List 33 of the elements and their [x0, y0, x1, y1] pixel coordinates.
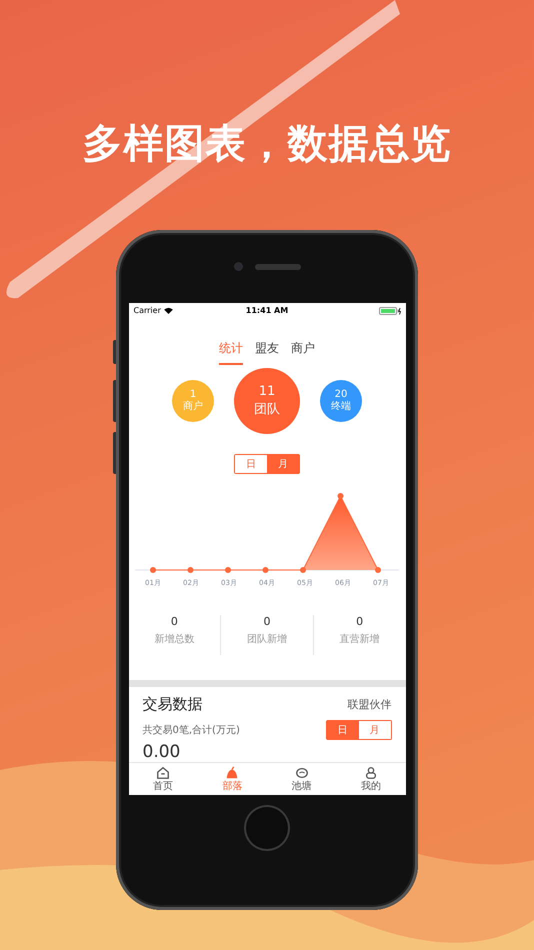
summary-label: 终端 — [331, 400, 351, 413]
stat-value: 0 — [356, 615, 364, 628]
tab[interactable]: 盟友 — [255, 332, 279, 365]
stat-value: 0 — [264, 615, 270, 628]
person-icon — [364, 766, 378, 780]
tab-bar-item[interactable]: 首页 — [128, 763, 198, 795]
tab[interactable]: 商户 — [291, 332, 315, 365]
summary-label: 团队 — [254, 400, 280, 419]
tent-icon — [225, 766, 240, 780]
stat-value: 0 — [170, 615, 178, 628]
speaker-grille — [254, 264, 300, 270]
stat-label: 直营新增 — [340, 632, 380, 646]
summary-label: 商户 — [183, 400, 203, 413]
house-icon — [156, 766, 170, 780]
summary-value: 20 — [334, 388, 348, 400]
summary-value: 1 — [190, 388, 196, 400]
status-time: 11:41 AM — [246, 306, 288, 316]
camera-dot — [234, 262, 242, 271]
tab-bar-item[interactable]: 池塘 — [267, 763, 336, 795]
stat-label: 新增总数 — [154, 632, 194, 646]
trade-amount: 0.00 — [142, 742, 182, 762]
bowl-icon — [294, 766, 309, 780]
section-title: 交易数据 — [142, 695, 202, 714]
stat-label: 团队新增 — [247, 632, 287, 646]
partner-link[interactable]: 联盟伙伴 — [348, 697, 392, 712]
tab-bar-item[interactable]: 我的 — [336, 763, 406, 795]
battery-icon — [378, 306, 400, 315]
home-button[interactable] — [244, 805, 290, 851]
carrier-label: Carrier — [134, 306, 161, 316]
wifi-icon — [164, 307, 173, 314]
headline: 多样图表，数据总览 — [82, 120, 452, 169]
summary-value: 11 — [258, 382, 276, 401]
trade-summary: 共交易0笔,合计(万元) — [142, 724, 240, 738]
